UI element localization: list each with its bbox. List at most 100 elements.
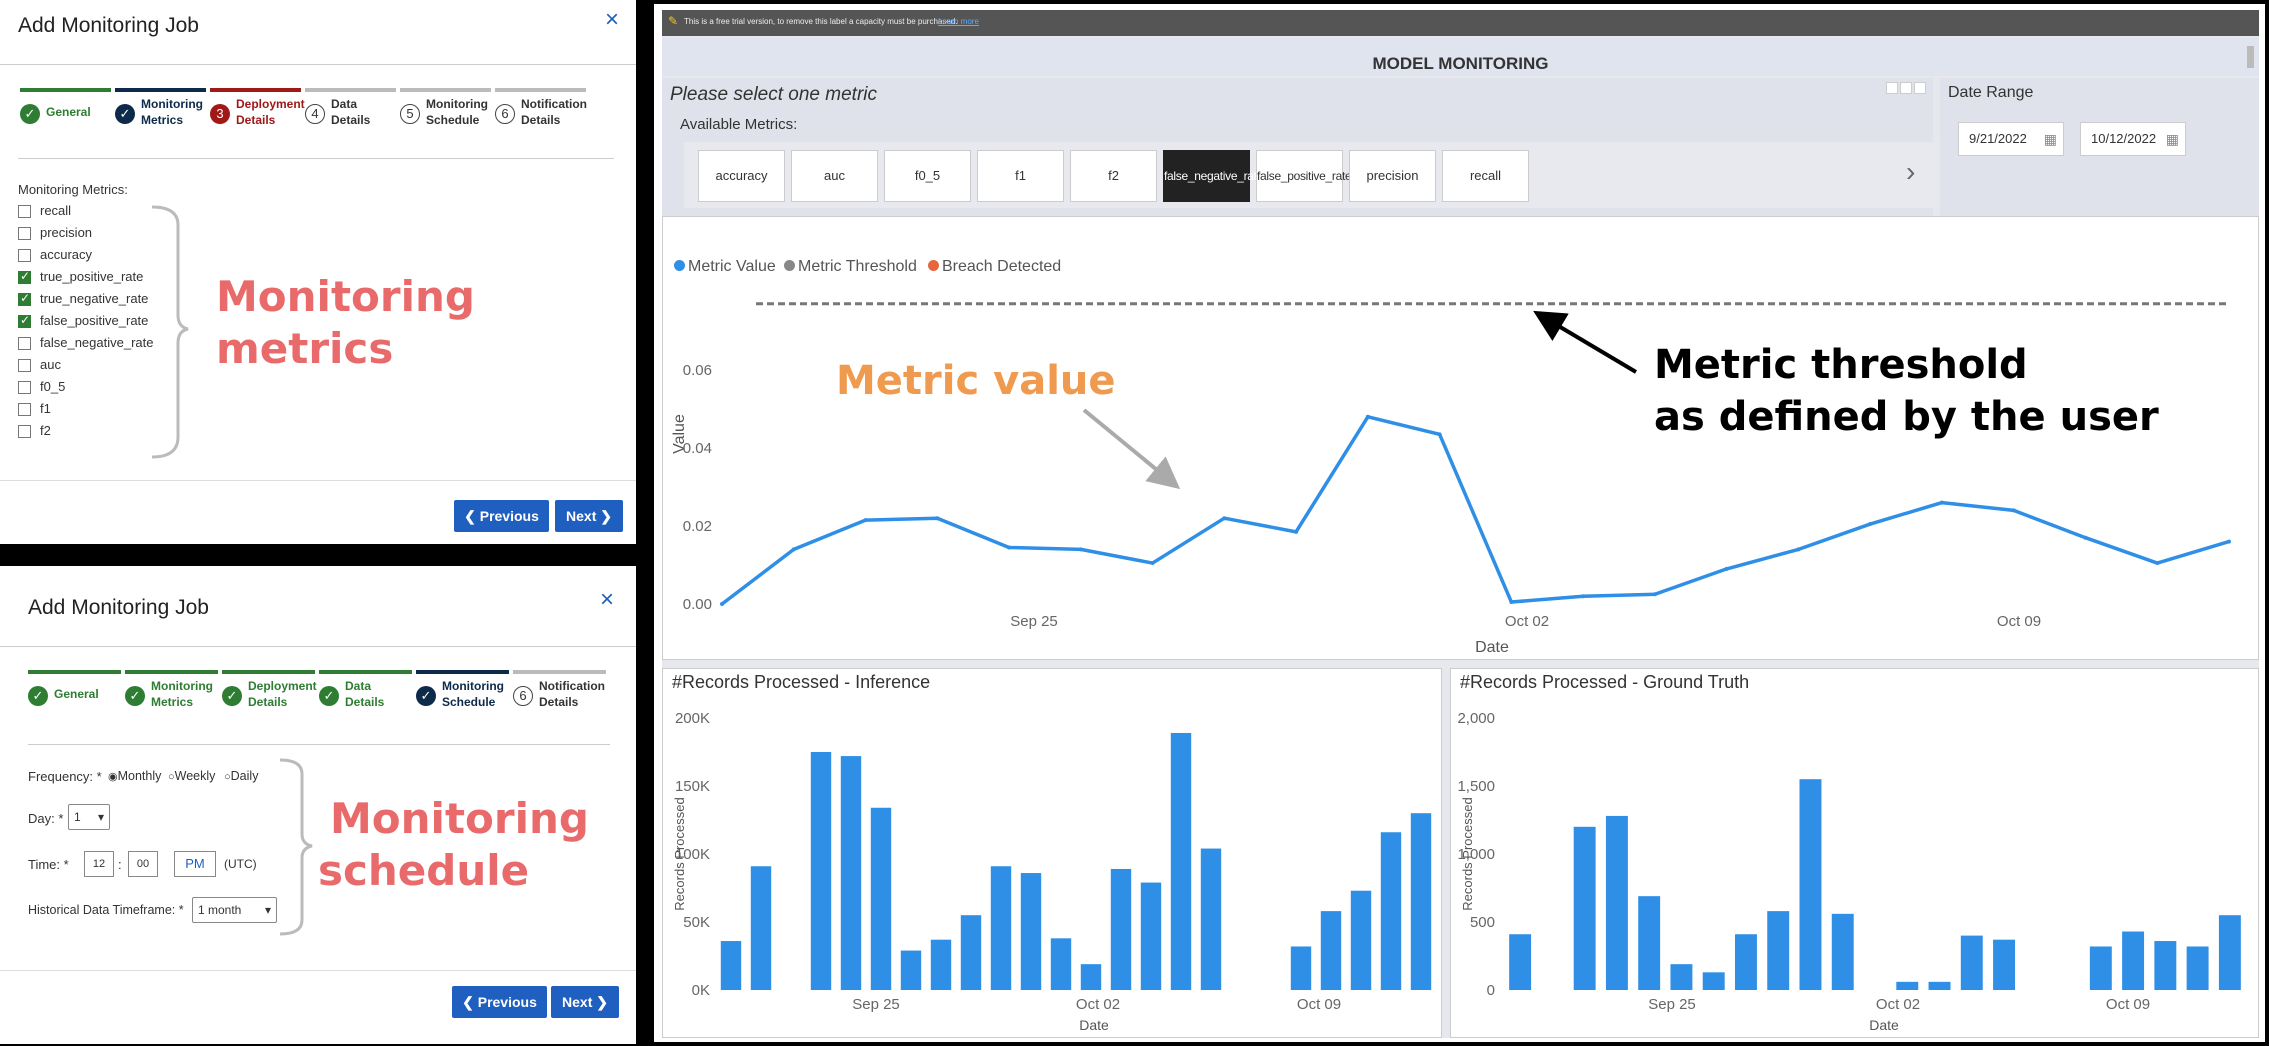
historical-timeframe-label: Historical Data Timeframe: *: [28, 903, 184, 917]
checkbox[interactable]: [18, 227, 31, 240]
divider: [0, 64, 636, 65]
time-ampm-toggle[interactable]: PM: [174, 851, 216, 877]
time-hour-input[interactable]: 12: [84, 851, 114, 877]
wizard-step-general[interactable]: ✓ General: [20, 88, 111, 148]
checkbox[interactable]: [18, 337, 31, 350]
close-icon[interactable]: ×: [605, 6, 619, 34]
radio-icon[interactable]: ○: [168, 771, 175, 783]
x-axis-label: Date: [1869, 1017, 1899, 1033]
y-tick-label: 1,500: [1457, 778, 1495, 795]
metric-checkbox-true-positive-rate[interactable]: true_positive_rate: [18, 268, 168, 288]
bar: [1767, 911, 1790, 990]
metric-checkbox-f1[interactable]: f1: [18, 400, 168, 420]
frequency-radio-weekly[interactable]: ○Weekly: [168, 769, 215, 783]
checkbox[interactable]: [18, 359, 31, 372]
wizard-step-notification-details[interactable]: 6 Notification Details: [513, 670, 606, 730]
metric-checkbox-recall[interactable]: recall: [18, 202, 168, 222]
y-tick-label: 200K: [675, 710, 710, 727]
wizard-step-data-details[interactable]: ✓ Data Details: [319, 670, 412, 730]
metric-checkbox-f0-5[interactable]: f0_5: [18, 378, 168, 398]
x-tick-label: Sep 25: [1648, 996, 1696, 1013]
step-progress-bar: [400, 88, 491, 92]
time-label: Time: *: [28, 857, 69, 872]
bar: [720, 941, 742, 990]
checkbox[interactable]: [18, 249, 31, 262]
radio-icon[interactable]: ◉: [108, 771, 118, 783]
step-progress-bar: [115, 88, 206, 92]
bar: [1410, 813, 1432, 990]
next-button[interactable]: Next ❯: [555, 500, 623, 532]
step-number: 3: [210, 104, 230, 124]
checkbox[interactable]: [18, 381, 31, 394]
radio-icon[interactable]: ○: [224, 771, 231, 783]
x-tick-label: Oct 02: [1876, 996, 1920, 1013]
wizard-step-deployment-details[interactable]: ✓ Deployment Details: [222, 670, 317, 730]
x-tick-label: Oct 02: [1076, 996, 1120, 1013]
time-minute-input[interactable]: 00: [128, 851, 158, 877]
checkbox-label: f2: [40, 423, 51, 438]
step-progress-bar: [210, 88, 301, 92]
step-label: Deployment Details: [236, 97, 305, 127]
metric-checkbox-true-negative-rate[interactable]: true_negative_rate: [18, 290, 168, 310]
y-tick-label: 0K: [692, 982, 710, 999]
metric-checkbox-false-negative-rate[interactable]: false_negative_rate: [18, 334, 168, 354]
bar: [1320, 911, 1342, 990]
day-select[interactable]: 1: [68, 804, 110, 830]
metric-checkbox-auc[interactable]: auc: [18, 356, 168, 376]
bar: [1960, 935, 1983, 990]
metric-checkbox-accuracy[interactable]: accuracy: [18, 246, 168, 266]
bar: [1670, 964, 1693, 990]
checkbox[interactable]: [18, 205, 31, 218]
bar: [840, 756, 862, 990]
previous-button[interactable]: ❮ Previous: [454, 500, 549, 532]
checkbox[interactable]: [18, 425, 31, 438]
close-icon[interactable]: ×: [600, 586, 614, 614]
x-tick-label: Oct 09: [1297, 996, 1341, 1013]
bar: [1290, 946, 1312, 990]
bar: [1993, 939, 2016, 990]
wizard-step-monitoring-metrics[interactable]: ✓ Monitoring Metrics: [125, 670, 218, 730]
wizard-step-data-details[interactable]: 4 Data Details: [305, 88, 396, 148]
checkbox-label: false_positive_rate: [40, 313, 149, 328]
checkbox[interactable]: [18, 291, 31, 306]
bar: [2089, 946, 2112, 990]
checkbox[interactable]: [18, 269, 31, 284]
metric-checkbox-f2[interactable]: f2: [18, 422, 168, 442]
checkbox-label: auc: [40, 357, 61, 372]
checkbox[interactable]: [18, 313, 31, 328]
wizard-step-notification-details[interactable]: 6 Notification Details: [495, 88, 587, 148]
divider: [0, 480, 636, 481]
frequency-radio-daily[interactable]: ○Daily: [224, 769, 258, 783]
bar: [750, 866, 772, 990]
time-colon: :: [118, 857, 122, 872]
step-progress-bar: [513, 670, 606, 674]
step-label: Data Details: [331, 97, 371, 127]
frequency-radio-monthly[interactable]: ◉Monthly: [108, 769, 161, 783]
wizard-step-monitoring-schedule[interactable]: 5 Monitoring Schedule: [400, 88, 491, 148]
next-button[interactable]: Next ❯: [551, 986, 619, 1018]
bar: [1380, 832, 1402, 990]
historical-timeframe-select[interactable]: 1 month: [192, 897, 277, 923]
previous-button[interactable]: ❮ Previous: [452, 986, 547, 1018]
step-label: Monitoring Schedule: [426, 97, 488, 127]
checkbox-label: true_negative_rate: [40, 291, 149, 306]
day-label: Day: *: [28, 811, 64, 826]
metric-checkbox-false-positive-rate[interactable]: false_positive_rate: [18, 312, 168, 332]
wizard-step-monitoring-schedule[interactable]: ✓ Monitoring Schedule: [416, 670, 509, 730]
wizard-step-monitoring-metrics[interactable]: ✓ Monitoring Metrics: [115, 88, 206, 148]
annotation-monitoring-schedule-line2: schedule: [318, 846, 530, 895]
wizard-step-general[interactable]: ✓ General: [28, 670, 121, 730]
divider: [0, 970, 636, 971]
bar: [960, 915, 982, 990]
step-progress-bar: [495, 88, 586, 92]
bar: [1110, 868, 1132, 990]
check-icon: ✓: [28, 686, 48, 706]
checkbox[interactable]: [18, 403, 31, 416]
check-icon: ✓: [20, 104, 40, 124]
divider: [28, 744, 610, 745]
metric-checkbox-precision[interactable]: precision: [18, 224, 168, 244]
checkbox-label: f0_5: [40, 379, 66, 394]
wizard-step-deployment-details[interactable]: 3 Deployment Details: [210, 88, 305, 148]
checkbox-label: true_positive_rate: [40, 269, 144, 284]
bar: [900, 950, 922, 990]
